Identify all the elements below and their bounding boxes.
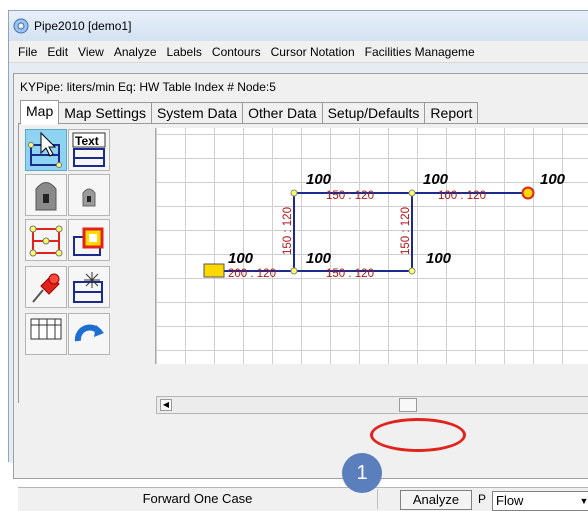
pipe-label: 150 : 120 bbox=[400, 207, 412, 255]
table-tool-button[interactable] bbox=[25, 313, 67, 355]
table-grid-icon bbox=[30, 318, 62, 340]
select-network-icon bbox=[28, 131, 62, 168]
node-label: 100 bbox=[540, 171, 566, 188]
scroll-left-icon[interactable]: ◀ bbox=[160, 399, 172, 411]
node-label: 100 bbox=[228, 250, 254, 267]
node-junction-3[interactable] bbox=[290, 267, 298, 275]
pin-tool-button[interactable] bbox=[25, 266, 67, 308]
app-icon bbox=[13, 18, 29, 34]
add-tank-button[interactable] bbox=[25, 174, 67, 216]
map-tab-body: Text 100 100 100 100 100 100 150: 120 1… bbox=[18, 123, 588, 403]
menu-labels[interactable]: Labels bbox=[162, 45, 207, 59]
info-line: KYPipe: liters/min Eq: HW Table Index # … bbox=[20, 80, 276, 94]
menu-contours[interactable]: Contours bbox=[207, 45, 266, 59]
result-type-select[interactable]: Flow ▼ bbox=[492, 491, 588, 511]
network-layout-button[interactable] bbox=[25, 219, 67, 261]
network-star-icon bbox=[73, 272, 103, 303]
dropdown-arrow-icon[interactable]: ▼ bbox=[577, 493, 588, 509]
gray-tank-icon bbox=[35, 182, 57, 211]
client-area: KYPipe: liters/min Eq: HW Table Index # … bbox=[9, 63, 588, 511]
network-nodes-icon bbox=[29, 225, 63, 257]
node-junction-2[interactable] bbox=[408, 189, 416, 197]
app-window: Pipe2010 [demo1] File Edit View Analyze … bbox=[8, 10, 588, 511]
scrollbar-thumb[interactable] bbox=[399, 398, 417, 412]
analyze-button[interactable]: Analyze bbox=[400, 490, 472, 510]
tab-map[interactable]: Map bbox=[20, 100, 60, 125]
region-select-icon bbox=[73, 227, 104, 256]
network-star-button[interactable] bbox=[68, 266, 110, 308]
horizontal-scrollbar[interactable]: ◀ bbox=[156, 396, 588, 414]
document-panel: KYPipe: liters/min Eq: HW Table Index # … bbox=[13, 73, 588, 511]
select-tool-button[interactable] bbox=[25, 129, 67, 171]
node-label: 100 bbox=[306, 250, 332, 267]
tab-other-data[interactable]: Other Data bbox=[242, 102, 323, 124]
pipe-label: 100 : 120 bbox=[438, 190, 486, 202]
push-pin-icon bbox=[32, 273, 60, 303]
pipe-label: 150 : 120 bbox=[282, 207, 294, 255]
menu-facilities-management[interactable]: Facilities Manageme bbox=[360, 45, 480, 59]
node-junction-4[interactable] bbox=[408, 267, 416, 275]
add-small-tank-button[interactable] bbox=[68, 174, 110, 216]
region-select-button[interactable] bbox=[68, 219, 110, 261]
small-tank-icon bbox=[82, 188, 96, 207]
tab-system-data[interactable]: System Data bbox=[150, 102, 244, 124]
step-callout-badge: 1 bbox=[342, 453, 382, 493]
node-label: 100 bbox=[423, 171, 449, 188]
menu-edit[interactable]: Edit bbox=[42, 45, 73, 59]
forward-one-case-button[interactable]: Forward One Case bbox=[18, 489, 378, 509]
window-title: Pipe2010 [demo1] bbox=[34, 19, 132, 33]
tab-map-settings[interactable]: Map Settings bbox=[58, 102, 152, 124]
menu-view[interactable]: View bbox=[73, 45, 109, 59]
menu-cursor-notation[interactable]: Cursor Notation bbox=[266, 45, 360, 59]
tab-setup-defaults[interactable]: Setup/Defaults bbox=[321, 102, 426, 124]
analyze-highlight-ellipse bbox=[370, 418, 466, 452]
map-canvas[interactable]: 100 100 100 100 100 100 150 : 120 100 : … bbox=[155, 128, 588, 364]
pipe-label: 150 : 120 bbox=[326, 268, 374, 280]
refresh-arrow-icon bbox=[74, 324, 104, 342]
pipe-label: 150 : 120 bbox=[326, 190, 374, 202]
node-label: 100 bbox=[426, 250, 452, 267]
menu-bar: File Edit View Analyze Labels Contours C… bbox=[9, 41, 588, 63]
refresh-tool-button[interactable] bbox=[68, 313, 110, 355]
p-label: P bbox=[478, 492, 487, 506]
text-tool-label: Text bbox=[75, 134, 99, 148]
pipe-network[interactable]: 100 100 100 100 100 100 150 : 120 100 : … bbox=[156, 128, 588, 364]
tab-strip: Map Map Settings System Data Other Data … bbox=[20, 100, 479, 125]
text-tool-button[interactable]: Text bbox=[68, 129, 110, 171]
title-bar: Pipe2010 [demo1] bbox=[9, 11, 588, 41]
status-bar: Forward One Case Analyze P Flow ▼ bbox=[18, 487, 588, 511]
node-junction-1[interactable] bbox=[290, 189, 298, 197]
menu-file[interactable]: File bbox=[13, 45, 42, 59]
pipe-label: 200 : 120 bbox=[228, 268, 276, 280]
toolbox: Text bbox=[23, 129, 153, 355]
node-end[interactable] bbox=[521, 186, 535, 200]
tab-report[interactable]: Report bbox=[424, 102, 479, 124]
result-type-value: Flow bbox=[496, 493, 524, 508]
menu-analyze[interactable]: Analyze bbox=[109, 45, 162, 59]
reservoir-node[interactable] bbox=[203, 263, 225, 278]
node-label: 100 bbox=[306, 171, 332, 188]
